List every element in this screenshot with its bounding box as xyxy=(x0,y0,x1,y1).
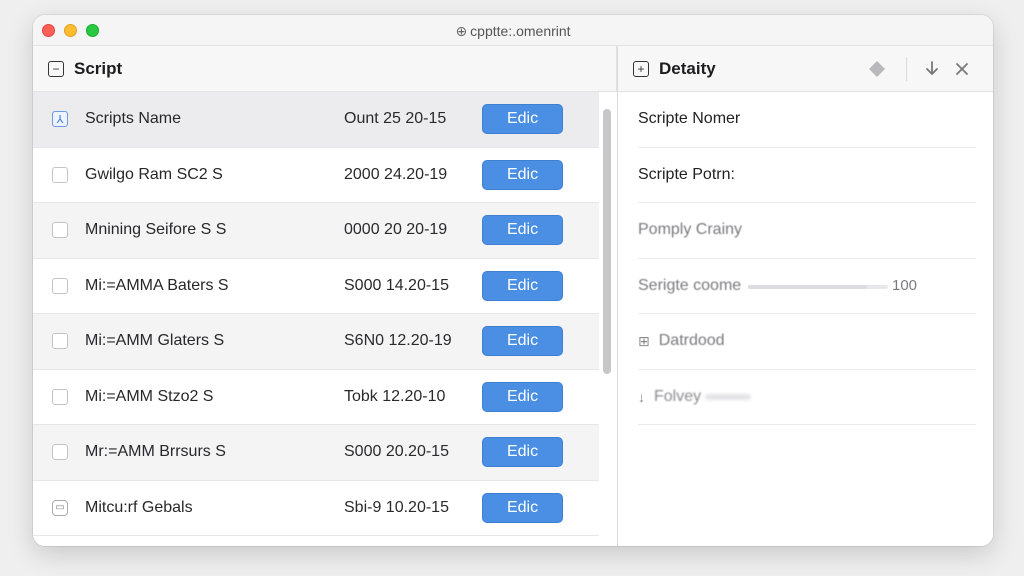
grid-icon: ⊞ xyxy=(638,332,650,349)
table-row[interactable]: Mr:=AMM Brrsurs S S000 20.20-15 Edic xyxy=(33,425,599,481)
details-list: Scripte Nomer Scripte Potrn: Pomply Crai… xyxy=(638,92,976,425)
edit-button[interactable]: Edic xyxy=(482,270,563,301)
table-row[interactable]: Mi:=AMMA Baters S S000 14.20-15 Edic xyxy=(33,259,599,314)
row-checkbox[interactable] xyxy=(52,166,68,183)
plus-square-icon[interactable]: + xyxy=(633,60,649,77)
details-actions xyxy=(862,46,977,92)
edit-button[interactable]: Edic xyxy=(482,381,563,412)
script-date: S000 20.20-15 xyxy=(344,443,449,461)
score-progress-bar xyxy=(748,284,888,289)
detail-script-score: Serigte coome 100 xyxy=(638,259,976,314)
link-icon: ⊕ xyxy=(455,23,468,39)
blurred-text xyxy=(705,393,752,400)
table-row[interactable]: Mi:=AMM Glaters S S6N0 12.20-19 Edic xyxy=(33,314,599,370)
detail-folder[interactable]: ↓ Folvey xyxy=(638,370,976,425)
download-icon[interactable] xyxy=(917,54,947,84)
title-bar: ⊕ cpptte:.omenrint xyxy=(33,15,993,46)
minus-square-icon[interactable]: − xyxy=(48,60,64,77)
details-panel: + Detaity Scripte Nomer Scripte Potrn: P… xyxy=(617,46,993,546)
script-table: ⅄ Scripts Name Ount 25 20-15 Edic Gwilgo… xyxy=(33,92,599,536)
app-window: ⊕ cpptte:.omenrint − Script ⅄ Scripts Nam… xyxy=(33,15,993,546)
script-name: Mitcu:rf Gebals xyxy=(85,498,193,516)
detail-policy: Pomply Crainy xyxy=(638,203,976,259)
script-name: Mr:=AMM Brrsurs S xyxy=(85,443,226,461)
pin-icon: ↓ xyxy=(638,388,645,405)
score-value: 100 xyxy=(892,277,918,295)
table-row[interactable]: Mnining Seifore S S 0000 20 20-19 Edic xyxy=(33,203,599,259)
script-date: 2000 24.20-19 xyxy=(344,165,448,183)
script-name: Mi:=AMM Stzo2 S xyxy=(85,387,214,405)
edit-button[interactable]: Edic xyxy=(482,437,563,468)
detail-script-path: Scripte Potrn: xyxy=(638,148,976,203)
script-date: Tobk 12.20-10 xyxy=(344,387,446,405)
detail-dashboard[interactable]: ⊞ Datrdood xyxy=(638,314,976,370)
script-name: Mnining Seifore S S xyxy=(85,221,227,239)
header-divider xyxy=(906,57,907,81)
edit-button[interactable]: Edic xyxy=(482,492,563,523)
detail-script-name: Scripte Nomer xyxy=(638,92,976,148)
window-title: ⊕ cpptte:.omenrint xyxy=(455,23,571,39)
row-checkbox[interactable] xyxy=(52,444,68,461)
edit-button[interactable]: Edic xyxy=(482,104,563,135)
row-checkbox[interactable] xyxy=(52,388,68,405)
table-row[interactable]: Mi:=AMM Stzo2 S Tobk 12.20-10 Edic xyxy=(33,370,599,425)
script-list-panel: − Script ⅄ Scripts Name Ount 25 20-15 Ed… xyxy=(33,46,617,546)
row-checkbox[interactable] xyxy=(52,277,68,294)
script-list-header: − Script xyxy=(33,46,617,92)
details-title: Detaity xyxy=(659,58,716,78)
panel-title: Script xyxy=(74,58,123,78)
table-row[interactable]: Gwilgo Ram SC2 S 2000 24.20-19 Edic xyxy=(33,148,599,203)
script-name: Mi:=AMMA Baters S xyxy=(85,276,229,294)
script-type-icon[interactable]: ⅄ xyxy=(52,111,68,128)
script-date: 0000 20 20-19 xyxy=(344,221,448,239)
script-date: S000 14.20-15 xyxy=(344,276,449,294)
row-checkbox[interactable] xyxy=(52,222,68,239)
score-progress-fill xyxy=(748,284,867,289)
details-header: + Detaity xyxy=(618,46,993,92)
table-row[interactable]: ⅄ Scripts Name Ount 25 20-15 Edic xyxy=(33,92,599,148)
scrollbar-thumb[interactable] xyxy=(603,109,611,374)
script-name: Scripts Name xyxy=(85,110,182,128)
edit-button[interactable]: Edic xyxy=(482,159,563,190)
script-date: Ount 25 20-15 xyxy=(344,110,447,128)
close-icon[interactable] xyxy=(947,54,977,84)
script-name: Mi:=AMM Glaters S xyxy=(85,332,225,350)
script-name: Gwilgo Ram SC2 S xyxy=(85,165,223,183)
diamond-icon[interactable] xyxy=(862,54,892,84)
script-date: Sbi-9 10.20-15 xyxy=(344,498,449,516)
row-checkbox[interactable] xyxy=(52,333,68,350)
edit-button[interactable]: Edic xyxy=(482,215,563,246)
edit-button[interactable]: Edic xyxy=(482,326,563,357)
script-date: S6N0 12.20-19 xyxy=(344,332,452,350)
document-icon[interactable]: ▭ xyxy=(52,499,68,516)
table-row[interactable]: ▭ Mitcu:rf Gebals Sbi-9 10.20-15 Edic xyxy=(33,481,599,536)
